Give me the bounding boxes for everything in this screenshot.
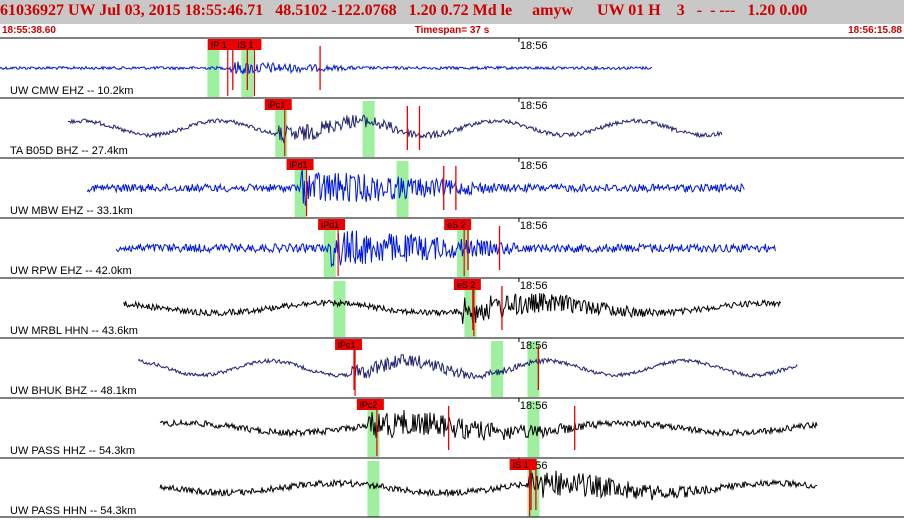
pick-label: iPc2 <box>360 400 378 410</box>
channel-label: UW BHUK BHZ -- 48.1km <box>10 385 137 397</box>
trace-panel: 18:56 iPc1 UW BHUK BHZ -- 48.1km <box>0 337 904 397</box>
minute-label: 18:56 <box>520 280 548 292</box>
minute-label: 18:56 <box>520 340 548 352</box>
minute-label: 18:56 <box>520 100 548 112</box>
minute-label: 18:56 <box>520 40 548 52</box>
pick-label: eS 2 <box>457 280 476 290</box>
waveform-trace <box>159 470 818 501</box>
waveform-trace <box>123 292 782 325</box>
pick-label: IP 1 <box>211 40 227 50</box>
channel-label: UW PASS HHN -- 54.3km <box>10 505 136 517</box>
trace-panel: 18:56 iPd1 eS 2 UW RPW EHZ -- 42.0km <box>0 217 904 277</box>
channel-label: TA B05D BHZ -- 27.4km <box>10 145 128 157</box>
seismogram-panel-stack[interactable]: 18:56 IP 1 IS 1 UW CMW EHZ -- 10.2km 18:56 iP… <box>0 0 904 520</box>
pick-label: IS 1 <box>237 40 253 50</box>
pick-label: iPd1 <box>290 160 308 170</box>
minute-label: 18:56 <box>520 220 548 232</box>
analysis-window <box>367 461 380 517</box>
pick-label: iPd1 <box>321 220 339 230</box>
waveform-trace <box>0 61 652 75</box>
minute-label: 18:56 <box>520 160 548 172</box>
waveform-trace <box>159 409 818 441</box>
waveform-trace <box>115 230 776 268</box>
pick-label: eS 2 <box>447 220 466 230</box>
analysis-window <box>362 101 375 157</box>
channel-label: UW RPW EHZ -- 42.0km <box>10 265 132 277</box>
trace-panel: 18:56 IP 1 IS 1 UW CMW EHZ -- 10.2km <box>0 37 904 97</box>
trace-panel: 18:56 iPd1 UW MBW EHZ -- 33.1km <box>0 157 904 217</box>
minute-label: 18:56 <box>520 400 548 412</box>
trace-panel: 18:56 iPc2 UW PASS HHZ -- 54.3km <box>0 397 904 457</box>
trace-panel: 18:56 eS 2 UW MRBL HHN -- 43.6km <box>0 277 904 337</box>
trace-panel: 18:56 iPc1 TA B05D BHZ -- 27.4km <box>0 97 904 157</box>
analysis-window <box>491 341 504 397</box>
channel-label: UW MRBL HHN -- 43.6km <box>10 325 138 337</box>
channel-label: UW PASS HHZ -- 54.3km <box>10 445 135 457</box>
pick-label: IS 1 <box>513 460 529 470</box>
trace-panel: 18:56IS 1UW PASS HHN -- 54.3km <box>0 457 904 517</box>
waveform-trace <box>137 354 798 380</box>
channel-label: UW MBW EHZ -- 33.1km <box>10 205 133 217</box>
channel-label: UW CMW EHZ -- 10.2km <box>10 85 133 97</box>
waveform-trace <box>67 114 723 144</box>
waveform-trace <box>86 169 745 206</box>
pick-label: iPc1 <box>338 340 356 350</box>
pick-label: iPc1 <box>268 100 286 110</box>
analysis-window <box>333 281 346 337</box>
